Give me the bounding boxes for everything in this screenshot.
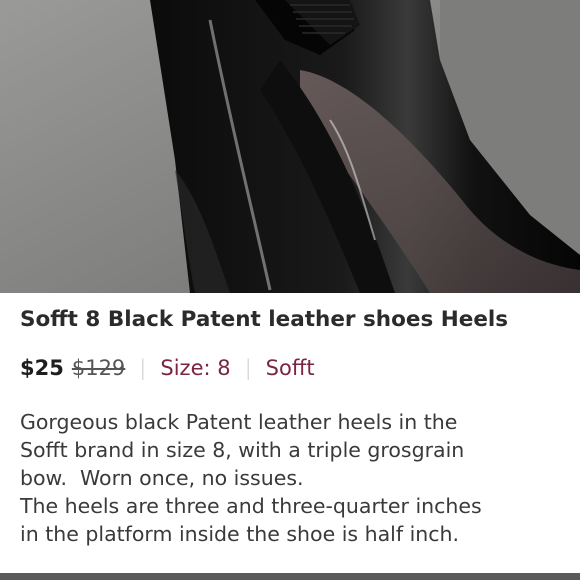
listing-description: Gorgeous black Patent leather heels in t… <box>20 408 570 548</box>
size-link[interactable]: Size: 8 <box>160 356 230 380</box>
bottom-divider <box>0 573 580 580</box>
separator: | <box>244 356 252 380</box>
description-line: in the platform inside the shoe is half … <box>20 522 460 546</box>
listing-meta-row: $25 $129 | Size: 8 | Sofft <box>20 353 315 383</box>
listing-details: Sofft 8 Black Patent leather shoes Heels… <box>0 293 580 580</box>
description-line: Sofft brand in size 8, with a triple gro… <box>20 438 465 462</box>
description-line: bow. Worn once, no issues. <box>20 466 304 490</box>
product-photo[interactable] <box>0 0 580 293</box>
brand-link[interactable]: Sofft <box>266 356 315 380</box>
original-price: $129 <box>71 356 126 380</box>
separator: | <box>139 356 147 380</box>
description-line: Gorgeous black Patent leather heels in t… <box>20 410 458 434</box>
listing-title: Sofft 8 Black Patent leather shoes Heels <box>20 307 509 332</box>
shoe-image <box>0 0 580 293</box>
description-line: The heels are three and three-quarter in… <box>20 494 482 518</box>
price: $25 <box>20 356 64 380</box>
